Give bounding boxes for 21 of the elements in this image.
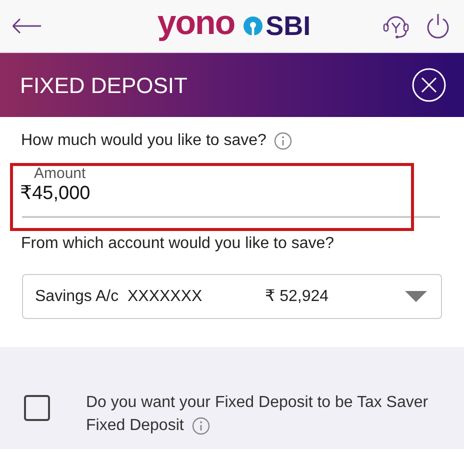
- checkbox[interactable]: [24, 395, 50, 422]
- question-text: From which account would you like to save?: [20, 234, 336, 254]
- power-icon[interactable]: [426, 13, 450, 39]
- checkbox-label: Fixed Deposit: [86, 416, 184, 436]
- logo-text: yono: [157, 6, 235, 40]
- field-value: ₹45,000: [20, 182, 92, 206]
- logo-icon: [242, 16, 263, 36]
- info-icon[interactable]: [274, 132, 292, 150]
- amount-field[interactable]: Amount ₹45,000: [22, 166, 440, 218]
- page-title: FIXED DEPOSIT: [20, 72, 188, 100]
- logo-text: SBI: [266, 12, 311, 40]
- info-icon[interactable]: [192, 417, 210, 436]
- account-dropdown[interactable]: Savings A/c XXXXXXX ₹ 52,924: [22, 274, 442, 320]
- checkbox-label: Do you want your Fixed Deposit to be Tax Saver: [86, 393, 428, 414]
- field-label: Amount: [34, 166, 87, 182]
- question-text: How much would you like to save?: [21, 131, 266, 151]
- account-name: Savings A/c XXXXXXX: [35, 286, 204, 307]
- caret-icon: [405, 290, 427, 303]
- back-icon[interactable]: [12, 18, 42, 34]
- account-balance: ₹ 52,924: [265, 286, 330, 307]
- close-icon[interactable]: [412, 68, 446, 102]
